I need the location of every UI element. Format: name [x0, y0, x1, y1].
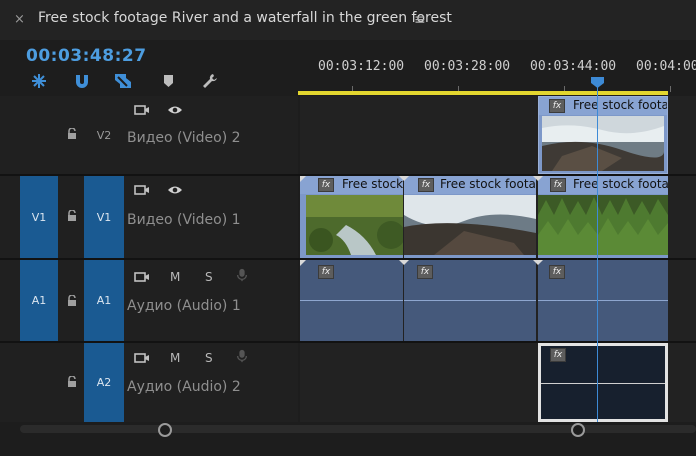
ruler-tick — [670, 86, 671, 92]
track-target-v2[interactable]: V2 — [84, 96, 124, 174]
magnet-icon[interactable] — [73, 73, 91, 89]
ruler-label: 00:03:44:00 — [530, 59, 617, 74]
scrollbar-right-handle[interactable] — [571, 423, 585, 437]
source-patch-a1[interactable]: A1 — [20, 260, 58, 341]
ruler-label: 00:04:00 — [636, 59, 696, 74]
lock-icon[interactable] — [66, 128, 78, 140]
fx-badge[interactable]: fx — [417, 265, 433, 279]
track-name: Аудио (Audio) 1 — [127, 298, 241, 314]
toggle-sync-lock-icon[interactable] — [134, 183, 150, 197]
lock-icon[interactable] — [66, 376, 78, 388]
mute-button[interactable]: M — [170, 351, 180, 365]
clip-thumbnail-waterfall — [542, 116, 664, 171]
track-name: Видео (Video) 1 — [127, 212, 241, 228]
microphone-icon[interactable] — [234, 268, 250, 282]
track-header-v1: V1 V1 Видео (Video) 1 — [0, 176, 298, 258]
audio-waveform-line — [541, 383, 665, 384]
sequence-title[interactable]: Free stock footage River and a waterfall… — [38, 10, 452, 26]
linked-selection-icon[interactable] — [114, 73, 132, 89]
audio-clip-selected[interactable]: fx — [538, 343, 668, 422]
eye-icon[interactable] — [167, 103, 183, 117]
eye-icon[interactable] — [167, 183, 183, 197]
video-clip[interactable]: fx Free stock footag — [538, 96, 668, 174]
track-header-a2: A2 M S Аудио (Audio) 2 — [0, 343, 298, 422]
panel-menu-icon[interactable]: ≡ — [414, 12, 426, 28]
close-tab-icon[interactable]: × — [14, 12, 25, 27]
lock-icon[interactable] — [66, 210, 78, 222]
fx-badge[interactable]: fx — [318, 265, 334, 279]
track-target-v1[interactable]: V1 — [84, 176, 124, 258]
audio-clip[interactable]: fx — [300, 260, 403, 341]
wrench-icon[interactable] — [201, 73, 219, 89]
track-target-a2[interactable]: A2 — [84, 343, 124, 422]
track-header-v2: V2 Видео (Video) 2 — [0, 96, 298, 174]
audio-waveform-line — [404, 300, 536, 301]
snap-icon[interactable] — [30, 73, 48, 89]
add-marker-icon[interactable] — [160, 73, 178, 89]
toggle-sync-lock-icon[interactable] — [134, 270, 150, 284]
source-patch-v1[interactable]: V1 — [20, 176, 58, 258]
solo-button[interactable]: S — [205, 270, 213, 284]
playhead-handle-icon[interactable] — [591, 77, 604, 88]
microphone-icon[interactable] — [234, 349, 250, 363]
fx-badge[interactable]: fx — [549, 99, 565, 113]
fx-badge[interactable]: fx — [549, 265, 565, 279]
lock-icon[interactable] — [66, 295, 78, 307]
toggle-sync-lock-icon[interactable] — [134, 103, 150, 117]
clip-edge-markers — [300, 176, 543, 266]
playhead-line[interactable] — [597, 78, 598, 422]
audio-clip[interactable]: fx — [404, 260, 536, 341]
track-header-a1: A1 A1 M S Аудио (Audio) 1 — [0, 260, 298, 341]
ruler-label: 00:03:28:00 — [424, 59, 511, 74]
playhead-timecode[interactable]: 00:03:48:27 — [26, 46, 147, 66]
track-target-a1[interactable]: A1 — [84, 260, 124, 341]
fx-badge[interactable]: fx — [550, 348, 566, 362]
audio-clip[interactable]: fx — [538, 260, 668, 341]
audio-waveform-line — [300, 300, 403, 301]
clip-name: Free stock footag — [573, 98, 668, 112]
ruler-label: 00:03:12:00 — [318, 59, 405, 74]
work-area-bar[interactable] — [298, 91, 668, 95]
solo-button[interactable]: S — [205, 351, 213, 365]
scrollbar-left-handle[interactable] — [158, 423, 172, 437]
toggle-sync-lock-icon[interactable] — [134, 351, 150, 365]
mute-button[interactable]: M — [170, 270, 180, 284]
track-name: Видео (Video) 2 — [127, 130, 241, 146]
timeline-zoom-scrollbar[interactable] — [20, 425, 696, 433]
track-name: Аудио (Audio) 2 — [127, 379, 241, 395]
audio-waveform-line — [538, 300, 668, 301]
